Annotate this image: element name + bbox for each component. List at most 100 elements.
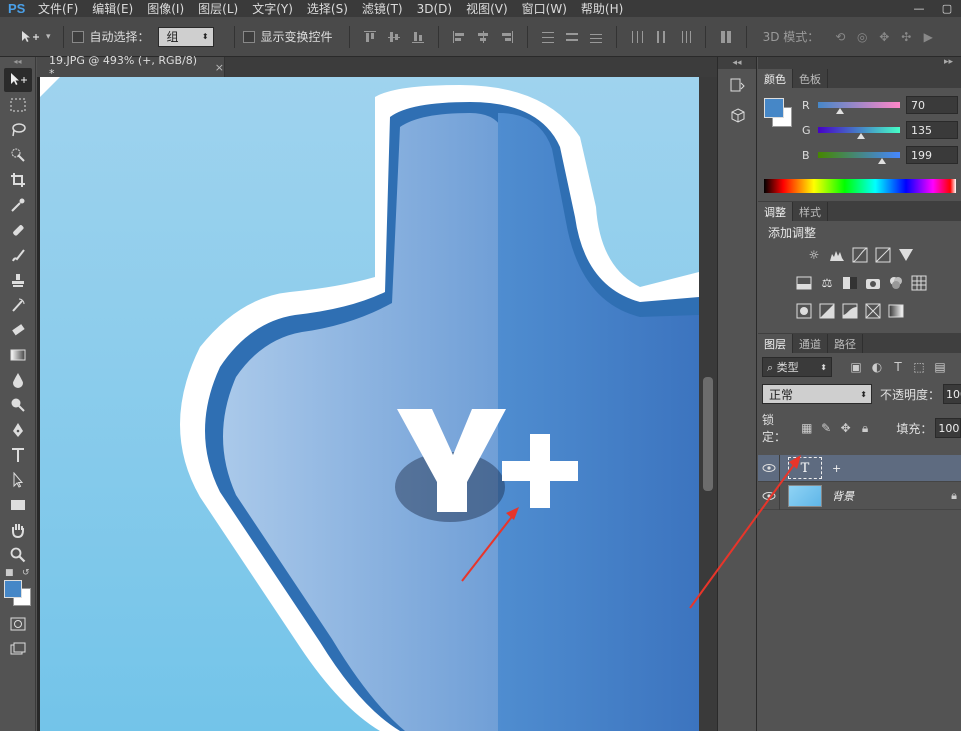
panel-grip[interactable]: ◂◂ bbox=[0, 57, 35, 67]
menu-select[interactable]: 选择(S) bbox=[307, 0, 348, 17]
threshold-icon[interactable] bbox=[840, 301, 860, 321]
layer-row[interactable]: T + bbox=[758, 454, 961, 482]
tab-styles[interactable]: 样式 bbox=[793, 202, 828, 221]
color-lookup-icon[interactable] bbox=[909, 273, 929, 293]
menu-edit[interactable]: 编辑(E) bbox=[92, 0, 133, 17]
auto-align-icon[interactable] bbox=[719, 30, 733, 44]
blend-mode-dropdown[interactable]: 正常 ⬍ bbox=[762, 384, 872, 404]
invert-icon[interactable] bbox=[794, 301, 814, 321]
pen-tool-icon[interactable] bbox=[4, 418, 32, 442]
menu-layer[interactable]: 图层(L) bbox=[198, 0, 238, 17]
align-top-icon[interactable] bbox=[363, 30, 377, 44]
slider-g-track[interactable] bbox=[818, 127, 900, 139]
menu-image[interactable]: 图像(I) bbox=[147, 0, 184, 17]
distribute-top-icon[interactable] bbox=[541, 30, 555, 44]
show-transform-checkbox[interactable] bbox=[242, 30, 255, 43]
tab-swatches[interactable]: 色板 bbox=[793, 69, 828, 88]
zoom-tool-icon[interactable] bbox=[4, 543, 32, 567]
type-tool-icon[interactable] bbox=[4, 443, 32, 467]
photo-filter-icon[interactable] bbox=[863, 273, 883, 293]
marquee-tool-icon[interactable] bbox=[4, 93, 32, 117]
document-tab[interactable]: 19.JPG @ 493% (+, RGB/8) * × bbox=[37, 54, 225, 80]
lasso-tool-icon[interactable] bbox=[4, 118, 32, 142]
clone-stamp-tool-icon[interactable] bbox=[4, 268, 32, 292]
history-panel-icon[interactable] bbox=[723, 73, 753, 99]
filter-pixel-icon[interactable]: ▣ bbox=[848, 359, 864, 375]
menu-3d[interactable]: 3D(D) bbox=[417, 2, 452, 16]
slider-g-value[interactable]: 135 bbox=[906, 121, 958, 139]
3d-roll-icon[interactable]: ◎ bbox=[854, 29, 870, 45]
layer-name[interactable]: 背景 bbox=[832, 488, 854, 504]
quick-mask-icon[interactable] bbox=[4, 612, 32, 636]
panel-grip[interactable]: ◂◂ bbox=[718, 57, 756, 69]
canvas[interactable] bbox=[40, 77, 699, 731]
distribute-vcenter-icon[interactable] bbox=[565, 30, 579, 44]
color-balance-icon[interactable]: ⚖ bbox=[817, 273, 837, 293]
tool-preset-dropdown-icon[interactable]: ▾ bbox=[46, 32, 51, 42]
lock-image-icon[interactable]: ✎ bbox=[819, 420, 833, 436]
3d-scale-icon[interactable]: ▶ bbox=[920, 29, 936, 45]
tab-channels[interactable]: 通道 bbox=[793, 334, 828, 353]
blur-tool-icon[interactable] bbox=[4, 368, 32, 392]
collapse-panels-icon[interactable]: ▸▸ bbox=[758, 57, 961, 68]
maximize-icon[interactable]: ▢ bbox=[933, 0, 961, 17]
curves-icon[interactable] bbox=[850, 245, 870, 265]
3d-panel-icon[interactable] bbox=[723, 103, 753, 129]
filter-type-icon[interactable]: T bbox=[890, 359, 906, 375]
eye-icon[interactable] bbox=[758, 482, 780, 510]
swap-colors-icon[interactable]: ↺ bbox=[22, 568, 30, 578]
screen-mode-icon[interactable] bbox=[4, 637, 32, 661]
filter-shape-icon[interactable]: ⬚ bbox=[911, 359, 927, 375]
quick-select-tool-icon[interactable] bbox=[4, 143, 32, 167]
menu-type[interactable]: 文字(Y) bbox=[252, 0, 293, 17]
menu-filter[interactable]: 滤镜(T) bbox=[362, 0, 403, 17]
align-vcenter-icon[interactable] bbox=[387, 30, 401, 44]
tab-layers[interactable]: 图层 bbox=[758, 334, 793, 353]
scrollbar-thumb[interactable] bbox=[703, 377, 713, 491]
vibrance-icon[interactable] bbox=[896, 245, 916, 265]
eyedropper-tool-icon[interactable] bbox=[4, 193, 32, 217]
auto-select-dropdown[interactable]: 组 ⬍ bbox=[157, 26, 214, 47]
align-left-icon[interactable] bbox=[452, 30, 466, 44]
layer-row[interactable]: 背景 🔒︎ bbox=[758, 482, 961, 510]
align-right-icon[interactable] bbox=[500, 30, 514, 44]
align-bottom-icon[interactable] bbox=[411, 30, 425, 44]
slider-b-knob[interactable] bbox=[877, 158, 886, 164]
layer-name[interactable]: + bbox=[832, 462, 841, 475]
opacity-input[interactable]: 100 bbox=[943, 384, 961, 404]
crop-tool-icon[interactable] bbox=[4, 168, 32, 192]
slider-b-track[interactable] bbox=[818, 152, 900, 164]
menu-help[interactable]: 帮助(H) bbox=[581, 0, 623, 17]
3d-rotate-icon[interactable]: ⟲ bbox=[832, 29, 848, 45]
gradient-tool-icon[interactable] bbox=[4, 343, 32, 367]
foreground-color-swatch[interactable] bbox=[764, 98, 784, 118]
distribute-bottom-icon[interactable] bbox=[589, 30, 603, 44]
close-icon[interactable]: × bbox=[215, 61, 224, 74]
vertical-scrollbar[interactable] bbox=[699, 77, 717, 731]
foreground-color-swatch[interactable] bbox=[4, 580, 22, 598]
filter-smart-object-icon[interactable]: ▤ bbox=[932, 359, 948, 375]
menu-view[interactable]: 视图(V) bbox=[466, 0, 508, 17]
channel-mixer-icon[interactable] bbox=[886, 273, 906, 293]
hand-tool-icon[interactable] bbox=[4, 518, 32, 542]
brush-tool-icon[interactable] bbox=[4, 243, 32, 267]
3d-pan-icon[interactable]: ✥ bbox=[876, 29, 892, 45]
slider-b-value[interactable]: 199 bbox=[906, 146, 958, 164]
slider-r-value[interactable]: 70 bbox=[906, 96, 958, 114]
filter-adjustment-icon[interactable]: ◐ bbox=[869, 359, 885, 375]
lock-transparent-icon[interactable]: ▦ bbox=[800, 420, 814, 436]
rectangle-tool-icon[interactable] bbox=[4, 493, 32, 517]
slider-r-knob[interactable] bbox=[836, 108, 845, 114]
gradient-map-icon[interactable] bbox=[886, 301, 906, 321]
slider-g-knob[interactable] bbox=[857, 133, 866, 139]
lock-all-icon[interactable]: 🔒︎ bbox=[858, 420, 872, 436]
selective-color-icon[interactable] bbox=[863, 301, 883, 321]
history-brush-tool-icon[interactable] bbox=[4, 293, 32, 317]
move-tool-icon[interactable] bbox=[4, 68, 32, 92]
tab-paths[interactable]: 路径 bbox=[828, 334, 863, 353]
minimize-icon[interactable]: — bbox=[905, 0, 933, 17]
tab-adjustments[interactable]: 调整 bbox=[758, 202, 793, 221]
default-colors-icon[interactable]: ■ bbox=[5, 568, 14, 578]
posterize-icon[interactable] bbox=[817, 301, 837, 321]
path-selection-tool-icon[interactable] bbox=[4, 468, 32, 492]
